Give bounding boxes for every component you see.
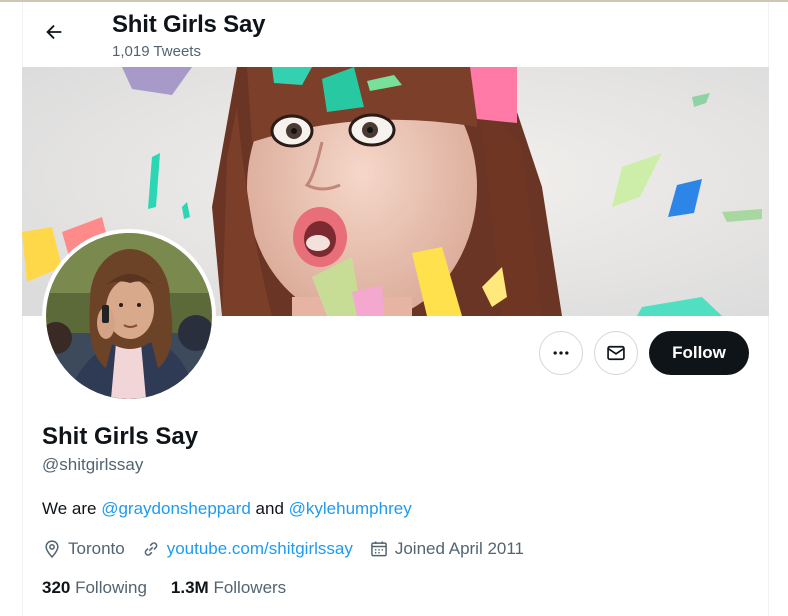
link-icon xyxy=(144,542,157,556)
mention-link[interactable]: @graydonsheppard xyxy=(101,499,251,518)
website-link[interactable]: youtube.com/shitgirlssay xyxy=(167,539,353,559)
tweet-count: 1,019 Tweets xyxy=(112,43,201,60)
profile-bio: We are @graydonsheppard and @kylehumphre… xyxy=(42,499,412,519)
followers-count: 1.3M xyxy=(170,578,209,597)
location-item: Toronto xyxy=(42,539,125,559)
follow-button[interactable]: Follow xyxy=(649,331,749,375)
more-button[interactable] xyxy=(539,331,583,375)
profile-meta: Toronto youtube.com/shitgirlssay Joined … xyxy=(42,538,540,560)
arrow-left-icon xyxy=(46,24,62,40)
following-link[interactable]: 320 Following xyxy=(42,578,147,598)
more-icon xyxy=(553,351,569,355)
back-button[interactable] xyxy=(36,14,72,50)
location-text: Toronto xyxy=(68,539,125,558)
following-count: 320 xyxy=(42,578,71,597)
message-button[interactable] xyxy=(594,331,638,375)
calendar-icon xyxy=(371,541,387,557)
header-title: Shit Girls Say xyxy=(112,11,266,38)
joined-text: Joined April 2011 xyxy=(394,539,525,558)
profile-name: Shit Girls Say xyxy=(42,423,199,450)
profile-stats: 320 Following 1.3M Followers xyxy=(42,578,310,598)
location-pin-icon xyxy=(45,540,59,558)
following-label: Following xyxy=(70,578,147,597)
envelope-icon xyxy=(607,345,625,361)
avatar-image xyxy=(46,233,212,399)
profile-avatar[interactable] xyxy=(42,229,216,403)
profile-header: Shit Girls Say 1,019 Tweets xyxy=(22,2,769,66)
bio-text: and xyxy=(250,499,289,518)
profile-handle: @shitgirlssay xyxy=(42,455,144,474)
joined-item: Joined April 2011 xyxy=(369,539,524,559)
followers-link[interactable]: 1.3M Followers xyxy=(171,578,286,598)
mention-link[interactable]: @kylehumphrey xyxy=(289,499,412,518)
website-item[interactable]: youtube.com/shitgirlssay xyxy=(141,539,353,559)
followers-label: Followers xyxy=(208,578,287,597)
bio-text: We are xyxy=(42,499,102,518)
